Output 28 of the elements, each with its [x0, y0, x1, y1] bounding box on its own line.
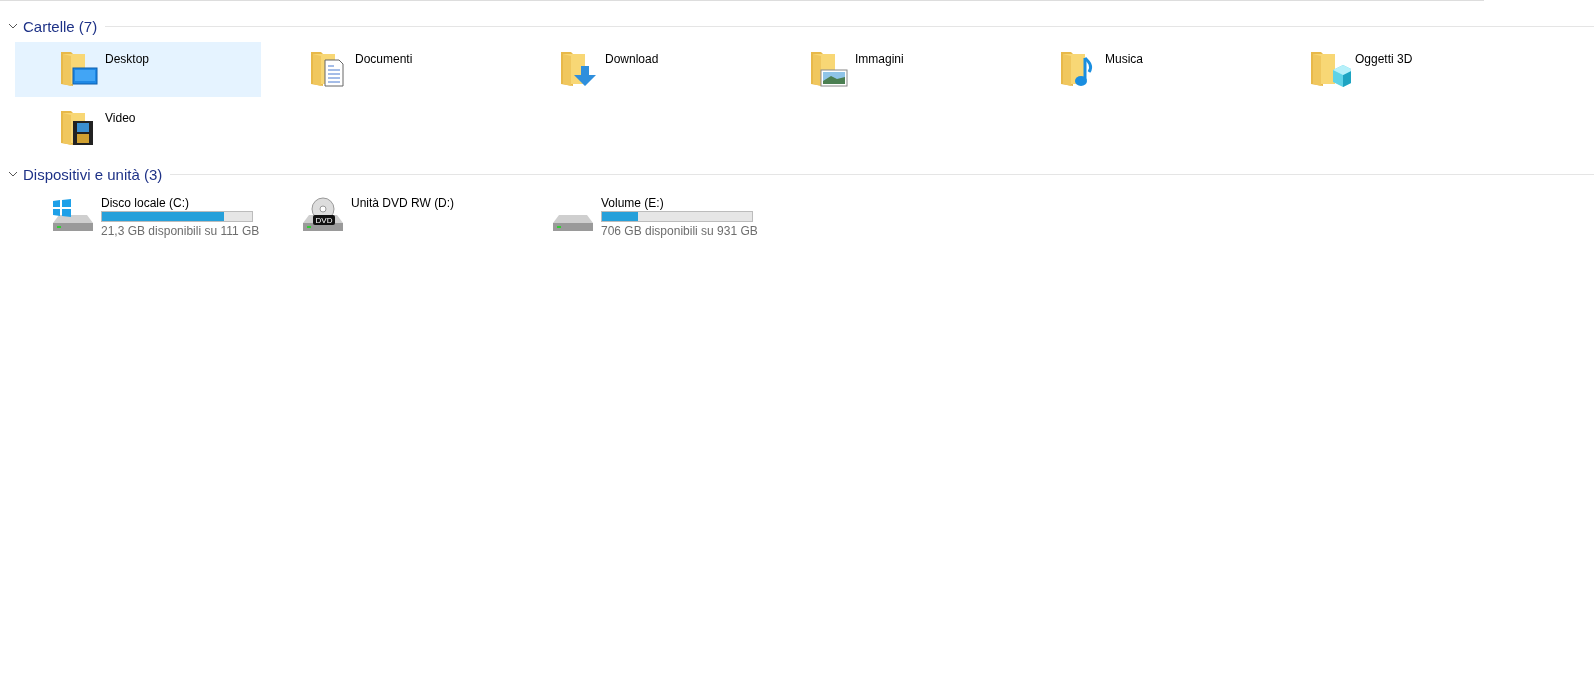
folder-item[interactable]: Oggetti 3D [1265, 42, 1511, 97]
free-space-text: 21,3 GB disponibili su 111 GB [101, 224, 260, 238]
chevron-icon[interactable] [8, 169, 18, 179]
drive-name: Disco locale (C:) [101, 195, 191, 210]
group-header[interactable]: Cartelle (7) [23, 17, 98, 35]
free-space-text: 706 GB disponibili su 931 GB [601, 224, 758, 238]
drive-icon [53, 199, 93, 232]
folder-item[interactable]: Download [515, 42, 761, 97]
folder-item[interactable]: Desktop [15, 42, 261, 97]
group-header[interactable]: Dispositivi e unità (3) [23, 165, 163, 183]
drive-icon [553, 214, 593, 232]
folder-name: Download [605, 51, 659, 68]
folder-item[interactable]: Video [15, 101, 261, 156]
folder-item[interactable]: Musica [1015, 42, 1261, 97]
folder-name: Documenti [355, 51, 413, 68]
drive-item[interactable]: DVD Unità DVD RW (D:) [265, 190, 511, 238]
folder-name: Video [105, 110, 136, 127]
folder-item[interactable]: Immagini [765, 42, 1011, 97]
folder-item[interactable]: Documenti [265, 42, 511, 97]
drive-name: Volume (E:) [601, 195, 665, 210]
folder-name: Oggetti 3D [1355, 51, 1413, 68]
drive-item[interactable]: Disco locale (C:) 21,3 GB disponibili su 111 GB [15, 190, 261, 238]
chevron-icon[interactable] [8, 21, 18, 31]
drive-name: Unità DVD RW (D:) [351, 195, 455, 210]
folder-name: Musica [1105, 51, 1143, 68]
folder-name: Immagini [855, 51, 904, 68]
drive-item[interactable]: Volume (E:) 706 GB disponibili su 931 GB [515, 190, 761, 238]
folder-name: Desktop [105, 51, 150, 68]
